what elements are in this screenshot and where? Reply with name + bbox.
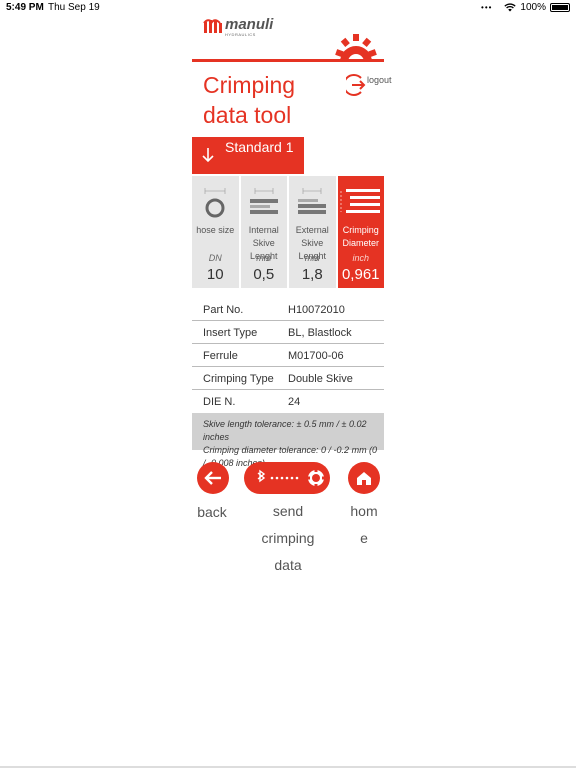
gear-icon — [335, 34, 377, 62]
tile-unit: DN — [208, 253, 222, 263]
detail-key: Crimping Type — [203, 373, 274, 385]
send-label-line1: send — [272, 503, 304, 519]
detail-value: H10072010 — [288, 304, 345, 316]
brand-logo: manuli HYDRAULICS — [203, 16, 274, 37]
hose-size-icon — [192, 184, 239, 220]
home-icon — [357, 472, 371, 485]
detail-value: BL, Blastlock — [288, 327, 352, 339]
detail-key: DIE N. — [203, 396, 236, 408]
home-label-line1: hom — [350, 503, 378, 519]
arrow-left-icon — [204, 471, 221, 485]
page-title-line1: Crimping — [203, 72, 296, 98]
tile-value: 0,961 — [341, 266, 380, 283]
tile-hose-size[interactable]: hose size DN 10 — [192, 176, 239, 288]
skive-tolerance: Skive length tolerance: ± 0.5 mm / ± 0.0… — [203, 419, 367, 442]
tile-value: 1,8 — [301, 266, 323, 283]
tile-unit: mm — [256, 253, 272, 263]
brand-name: manuli — [225, 16, 274, 33]
tile-value: 0,5 — [253, 266, 275, 283]
bluetooth-transfer-icon — [257, 468, 326, 488]
tile-name: hose size — [196, 225, 235, 235]
send-label-line2: crimping — [261, 530, 315, 546]
brand-sub: HYDRAULICS — [225, 32, 256, 37]
tile-unit: inch — [352, 253, 369, 263]
tile-external-skive[interactable]: External Skive Lenght mm 1,8 — [289, 176, 336, 288]
tile-name: Crimping Diameter — [342, 225, 379, 248]
logout-icon — [346, 74, 366, 96]
detail-row: Crimping Type Double Skive — [192, 367, 384, 390]
home-button[interactable] — [348, 462, 380, 494]
send-label-line3: data — [274, 557, 302, 573]
internal-skive-icon — [241, 184, 288, 220]
detail-key: Insert Type — [203, 327, 258, 339]
detail-key: Ferrule — [203, 350, 238, 362]
send-crimping-data-button[interactable] — [244, 462, 330, 494]
arrow-down-icon — [202, 148, 214, 163]
battery-icon — [550, 3, 570, 12]
detail-key: Part No. — [203, 304, 244, 316]
detail-value: 24 — [288, 396, 301, 408]
status-date: Thu Sep 19 — [48, 2, 100, 13]
tile-unit: mm — [304, 253, 320, 263]
crimping-diameter-icon — [338, 184, 385, 220]
status-right: ••• 100% — [481, 2, 570, 13]
standard-selector[interactable]: Standard 1 — [192, 137, 304, 174]
logout-label: logout — [367, 75, 392, 85]
logout-button[interactable]: logout — [346, 71, 392, 99]
home-label-line2: e — [360, 530, 368, 546]
standard-label: Standard 1 — [225, 139, 294, 155]
back-label: back — [197, 504, 227, 520]
detail-table: Part No. H10072010 Insert Type BL, Blast… — [192, 298, 384, 413]
detail-row: Insert Type BL, Blastlock — [192, 321, 384, 344]
tile-crimping-diameter[interactable]: Crimping Diameter inch 0,961 — [337, 176, 385, 288]
battery-percent: 100% — [520, 2, 546, 13]
page-title-line2: data tool — [203, 102, 292, 128]
header-divider — [192, 59, 384, 62]
send-crimping-data-label: send crimping data — [252, 498, 324, 579]
wifi-icon — [504, 3, 517, 12]
back-button[interactable] — [197, 462, 229, 494]
status-bar: 5:49 PM Thu Sep 19 ••• 100% — [0, 0, 576, 16]
detail-row: DIE N. 24 — [192, 390, 384, 413]
detail-row: Part No. H10072010 — [192, 298, 384, 321]
parameter-tiles: hose size DN 10 Internal Skive Lenght mm… — [192, 176, 384, 288]
detail-value: M01700-06 — [288, 350, 344, 362]
external-skive-icon — [289, 184, 336, 220]
status-time: 5:49 PM — [6, 2, 44, 13]
detail-row: Ferrule M01700-06 — [192, 344, 384, 367]
detail-value: Double Skive — [288, 373, 353, 385]
multitask-dots-icon: ••• — [481, 3, 493, 12]
tile-internal-skive[interactable]: Internal Skive Lenght mm 0,5 — [240, 176, 288, 288]
manuli-logo-icon — [203, 19, 222, 33]
page-title: Crimping data tool — [203, 70, 295, 130]
tile-value: 10 — [206, 266, 224, 283]
home-label: hom e — [346, 498, 382, 552]
